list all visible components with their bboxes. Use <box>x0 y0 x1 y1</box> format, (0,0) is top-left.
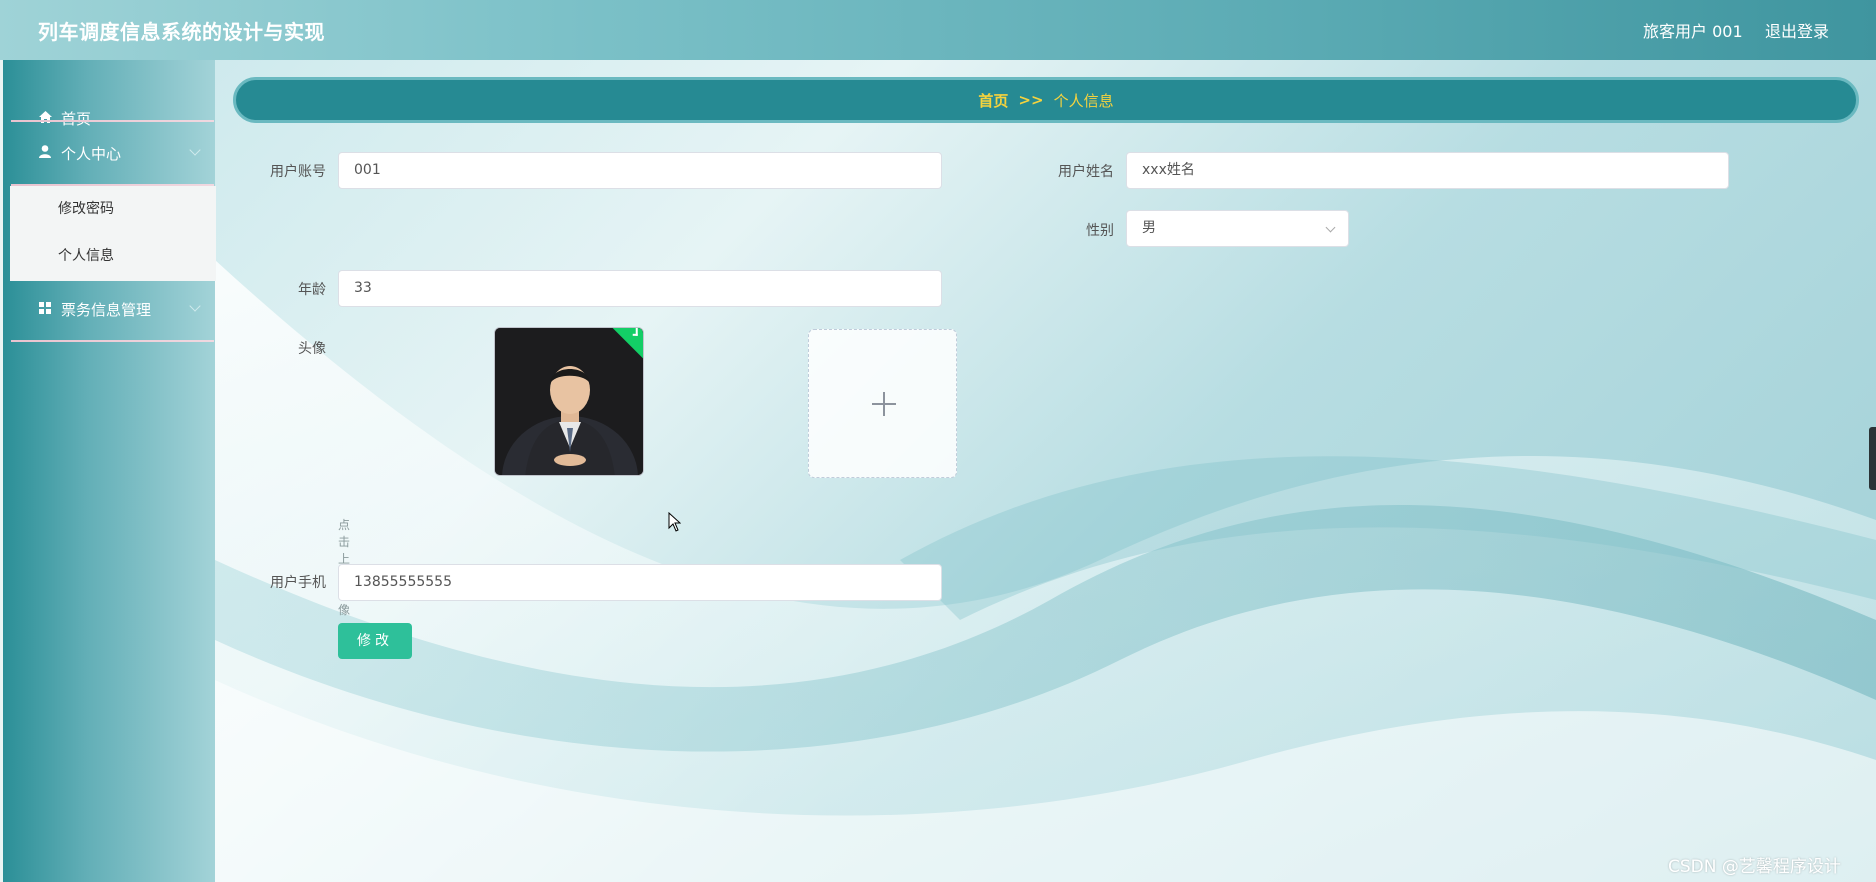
watermark-text: CSDN @艺馨程序设计 <box>1668 857 1841 877</box>
gender-select[interactable]: 男 <box>1126 210 1349 247</box>
age-input[interactable]: 33 <box>338 270 942 307</box>
sidebar-item-personal-center[interactable]: 个人中心 <box>10 124 213 182</box>
chevron-down-icon <box>1325 222 1336 233</box>
sidebar-item-label: 个人中心 <box>61 144 122 163</box>
gender-selected-value: 男 <box>1142 220 1156 236</box>
plus-icon <box>883 392 885 416</box>
grid-icon <box>37 300 53 318</box>
avatar-upload-button[interactable] <box>808 329 957 478</box>
submenu-personal-center: 修改密码 个人信息 <box>10 186 216 281</box>
name-label: 用户姓名 <box>1058 164 1114 180</box>
avatar-image[interactable] <box>494 327 644 476</box>
avatar-label: 头像 <box>298 341 326 357</box>
gender-label: 性别 <box>1086 223 1114 239</box>
account-label: 用户账号 <box>270 164 326 180</box>
submenu-item-personal-info[interactable]: 个人信息 <box>10 233 216 280</box>
chevron-down-icon <box>189 300 201 312</box>
menu-divider <box>11 340 214 342</box>
user-icon <box>37 144 53 162</box>
phone-label: 用户手机 <box>270 575 326 591</box>
sidebar-item-ticket-management[interactable]: 票务信息管理 <box>10 280 213 338</box>
breadcrumb-home-link[interactable]: 首页 <box>978 90 1008 111</box>
submenu-item-change-password[interactable]: 修改密码 <box>10 186 216 233</box>
age-label: 年龄 <box>298 282 326 298</box>
top-header: 列车调度信息系统的设计与实现 旅客用户 001 退出登录 <box>0 0 1876 60</box>
sidebar-item-label: 票务信息管理 <box>61 300 152 319</box>
breadcrumb-separator: >> <box>1018 91 1044 109</box>
phone-input[interactable]: 13855555555 <box>338 564 942 601</box>
breadcrumb-current: 个人信息 <box>1053 91 1114 110</box>
scrollbar-thumb[interactable] <box>1869 427 1876 490</box>
name-input[interactable]: xxx姓名 <box>1126 152 1729 189</box>
account-input[interactable]: 001 <box>338 152 942 189</box>
modify-button[interactable]: 修改 <box>338 623 412 659</box>
mouse-cursor-icon <box>668 512 681 532</box>
app-title: 列车调度信息系统的设计与实现 <box>38 20 325 44</box>
chevron-down-icon <box>189 144 201 156</box>
sidebar: 首页 个人中心 修改密码 个人信息 票务信息管理 <box>0 60 216 882</box>
breadcrumb: 首页 >> 个人信息 <box>233 77 1859 123</box>
check-icon <box>632 328 638 336</box>
menu-divider <box>11 120 214 122</box>
logout-link[interactable]: 退出登录 <box>1765 18 1829 42</box>
current-user-name: 旅客用户 001 <box>1643 22 1743 41</box>
